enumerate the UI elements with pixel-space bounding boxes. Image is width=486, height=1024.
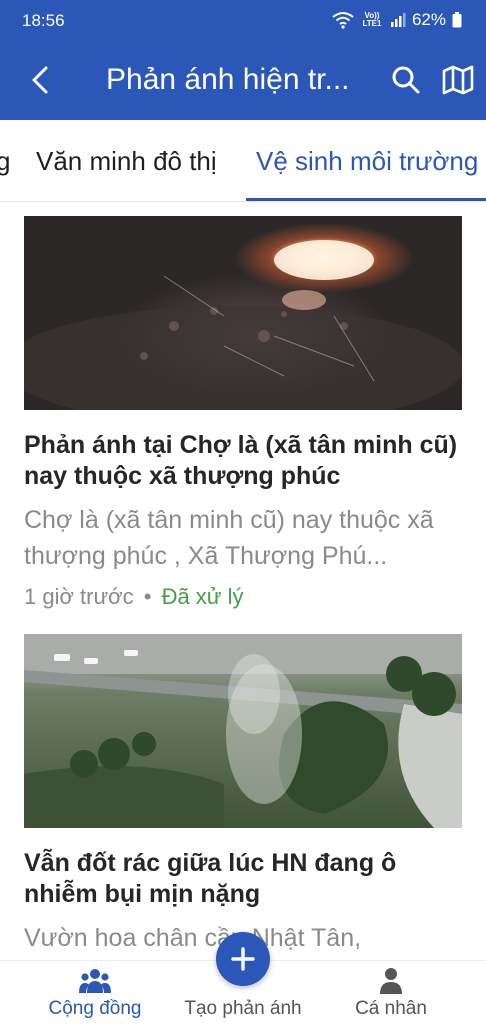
signal-icon: [390, 13, 406, 27]
meta-separator: •: [143, 584, 152, 609]
app-bar: Phản ánh hiện tr...: [0, 44, 486, 120]
map-icon: [442, 65, 474, 95]
category-tabs: g Văn minh đô thị Vệ sinh môi trường: [0, 120, 486, 202]
tab-ve-sinh-moi-truong[interactable]: Vệ sinh môi trường: [256, 144, 478, 178]
app-header: 18:56 Vo)) LTE1 62% Phản ánh hiện tr...: [0, 0, 486, 120]
nav-label-cong-dong: Cộng đồng: [48, 998, 142, 1019]
post-card[interactable]: Vẫn đốt rác giữa lúc HN đang ô nhiễm bụi…: [24, 634, 462, 956]
post-image-fire: [24, 240, 462, 410]
post-feed[interactable]: Phản ánh tại Chợ là (xã tân minh cũ) nay…: [0, 202, 486, 960]
nav-label-tao-phan-anh: Tạo phản ánh: [184, 998, 302, 1019]
page-title: Phản ánh hiện tr...: [106, 63, 350, 96]
post-image[interactable]: [24, 216, 462, 410]
post-meta: 1 giờ trước • Đã xử lý: [24, 582, 462, 612]
back-button[interactable]: [20, 60, 60, 100]
community-icon: [79, 969, 111, 993]
person-icon: [380, 968, 402, 994]
map-button[interactable]: [440, 62, 476, 98]
back-arrow-icon: [32, 66, 48, 94]
post-image-park: [24, 634, 462, 828]
post-title[interactable]: Phản ánh tại Chợ là (xã tân minh cũ) nay…: [24, 430, 462, 492]
search-button[interactable]: [388, 62, 424, 98]
post-image[interactable]: [24, 634, 462, 828]
nav-item-ca-nhan[interactable]: Cá nhân: [326, 961, 456, 1024]
status-badge: Đã xử lý: [161, 584, 244, 609]
battery-percent: 62%: [411, 10, 446, 29]
status-bar: 18:56 Vo)) LTE1 62%: [0, 0, 486, 44]
tab-van-minh-do-thi[interactable]: Văn minh đô thị: [36, 144, 217, 178]
create-report-button[interactable]: [216, 932, 270, 986]
network-label: Vo)) LTE1: [362, 11, 382, 28]
post-snippet: Chợ là (xã tân minh cũ) nay thuộc xã thư…: [24, 506, 434, 570]
battery-icon: [452, 12, 462, 28]
search-icon: [392, 66, 420, 94]
post-title[interactable]: Vẫn đốt rác giữa lúc HN đang ô nhiễm bụi…: [24, 848, 462, 910]
wifi-icon: [332, 12, 354, 29]
nav-label-ca-nhan: Cá nhân: [355, 998, 427, 1019]
nav-item-cong-dong[interactable]: Cộng đồng: [0, 961, 190, 1024]
tab-partial[interactable]: g: [0, 144, 10, 178]
status-time: 18:56: [22, 11, 65, 30]
status-indicators: Vo)) LTE1 62%: [332, 10, 462, 30]
plus-icon: [231, 947, 255, 971]
post-card[interactable]: Phản ánh tại Chợ là (xã tân minh cũ) nay…: [24, 216, 462, 612]
post-time: 1 giờ trước: [24, 584, 134, 609]
